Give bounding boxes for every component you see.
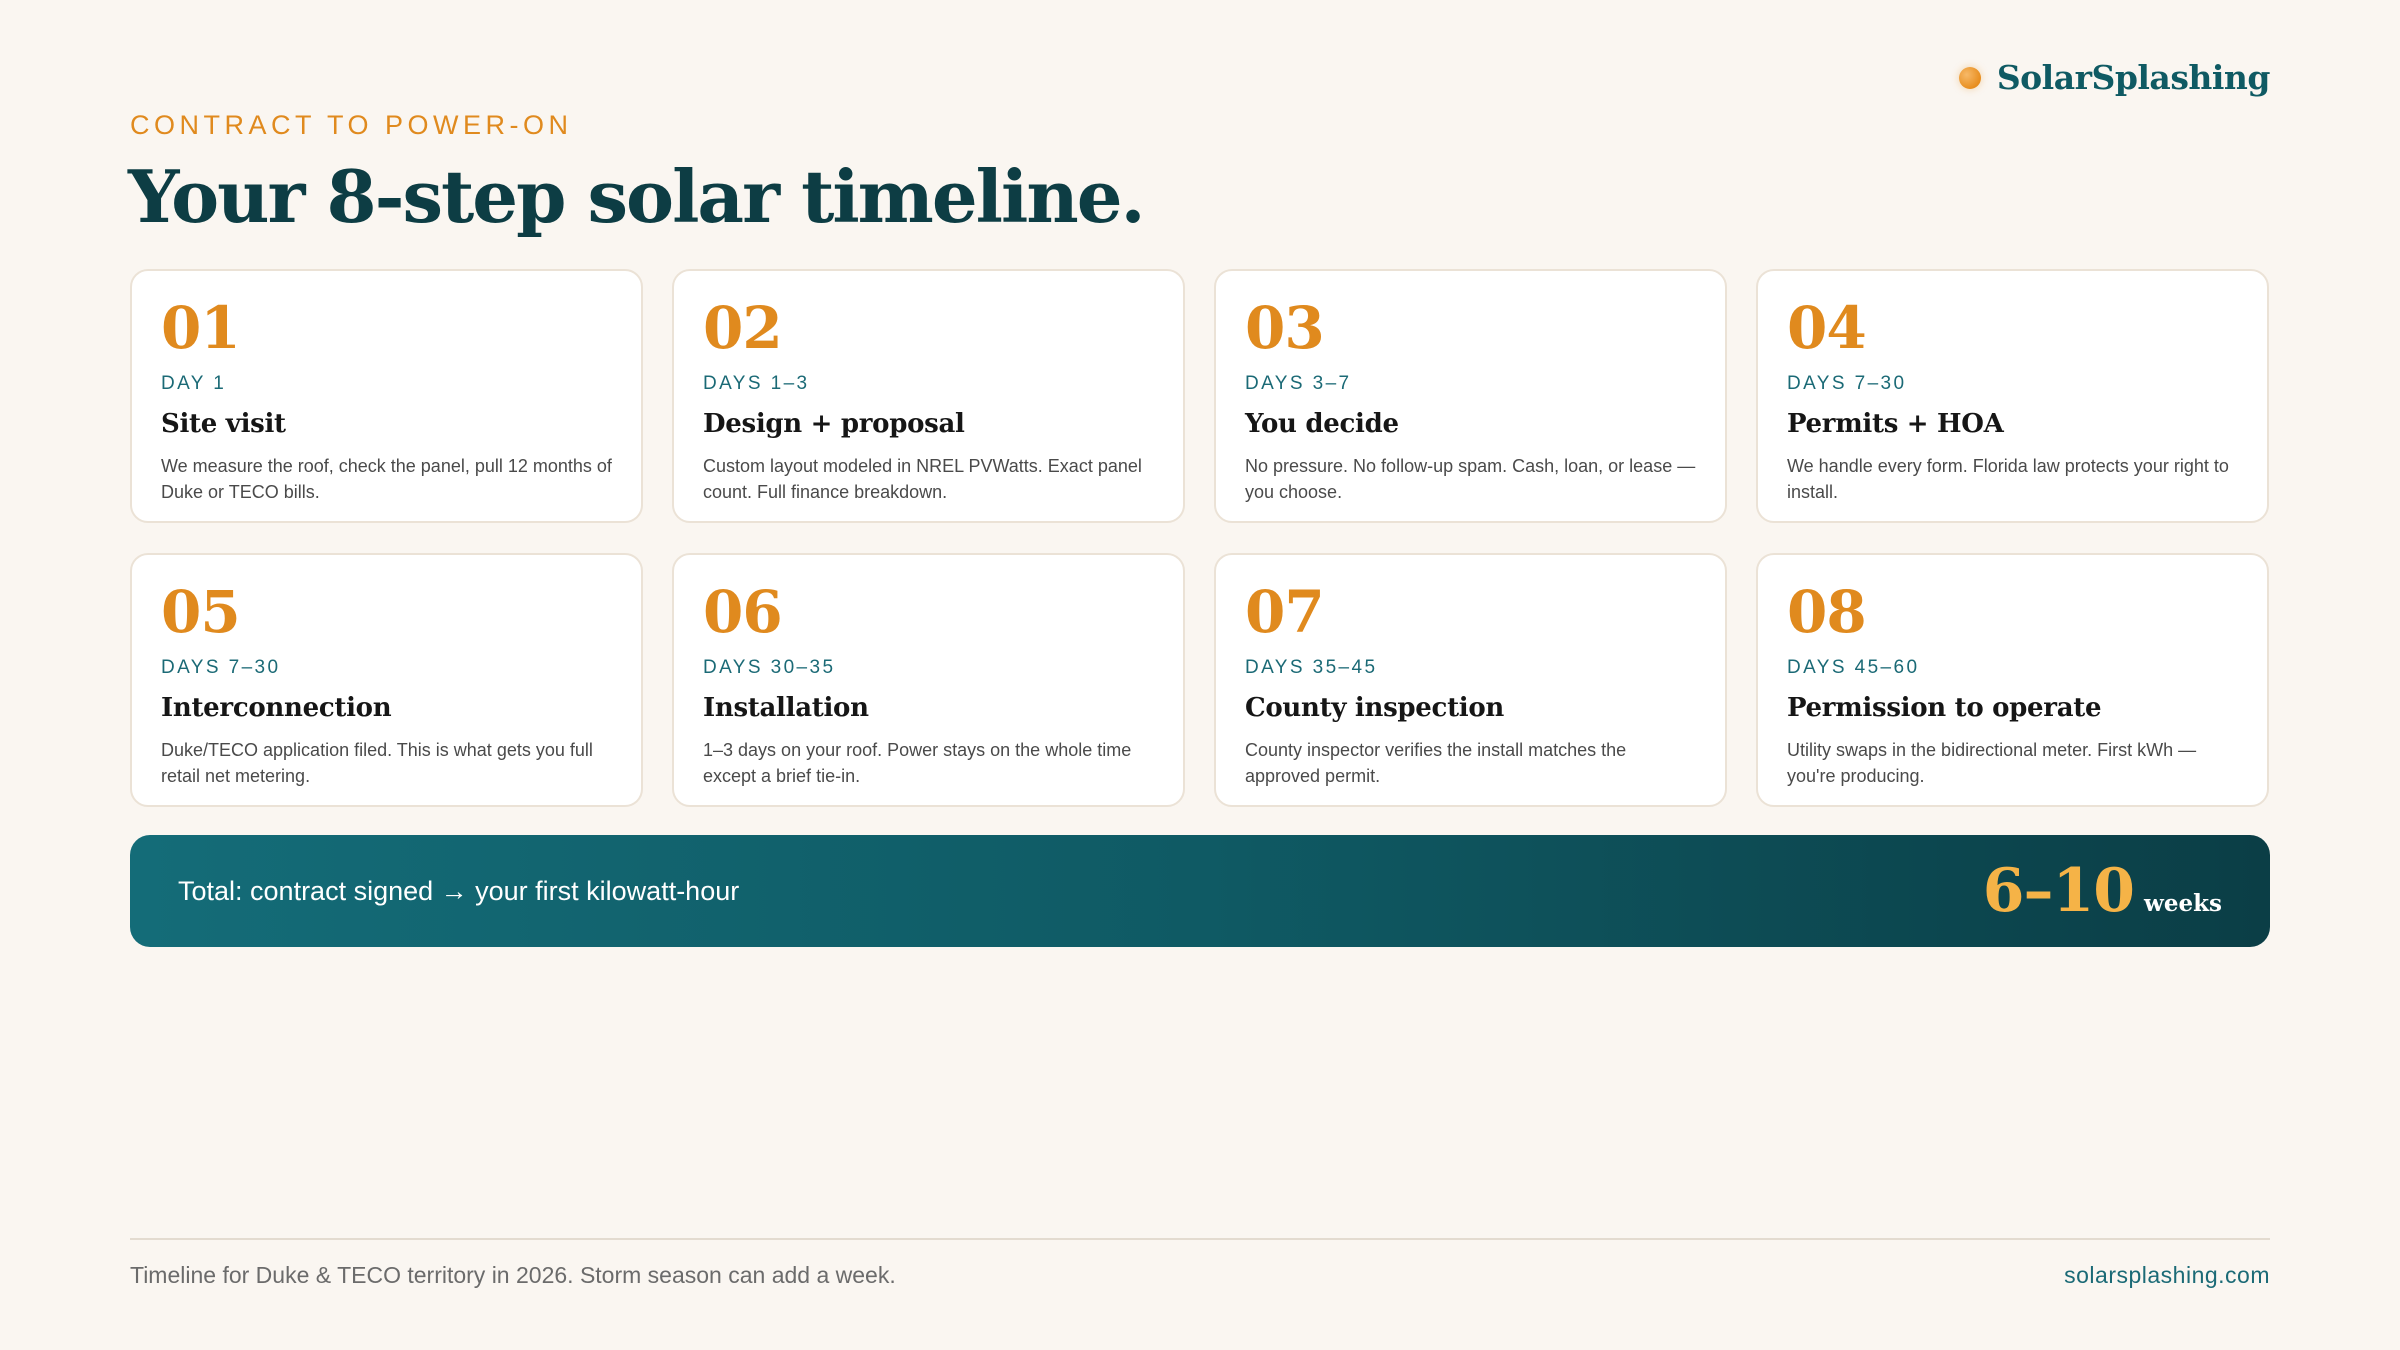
total-number: 6–10 — [1982, 856, 2135, 926]
step-number: 02 — [703, 294, 783, 362]
footer-note: Timeline for Duke & TECO territory in 20… — [130, 1262, 896, 1288]
step-card-02: 02 DAYS 1–3 Design + proposal Custom lay… — [672, 269, 1185, 523]
step-description: County inspector verifies the install ma… — [1245, 740, 1627, 786]
step-number: 05 — [161, 578, 241, 646]
step-description: We measure the roof, check the panel, pu… — [161, 456, 612, 502]
brand-logo: SolarSplashing — [1958, 58, 2271, 97]
eyebrow-label: CONTRACT TO POWER-ON — [130, 110, 573, 140]
step-number: 08 — [1787, 578, 1867, 646]
step-description: 1–3 days on your roof. Power stays on th… — [703, 740, 1132, 786]
step-number: 07 — [1245, 578, 1325, 646]
step-days: DAYS 35–45 — [1245, 657, 1378, 678]
step-title: You decide — [1245, 409, 1399, 439]
step-card-06: 06 DAYS 30–35 Installation 1–3 days on y… — [672, 553, 1185, 807]
total-unit: weeks — [2144, 890, 2222, 917]
step-description: Duke/TECO application filed. This is wha… — [161, 740, 593, 786]
page-title: Your 8-step solar timeline. — [128, 154, 1146, 239]
step-days: DAYS 30–35 — [703, 657, 836, 678]
website-link[interactable]: solarsplashing.com — [2064, 1262, 2270, 1289]
step-days: DAYS 3–7 — [1245, 373, 1352, 394]
step-title: Permission to operate — [1787, 693, 2102, 723]
step-title: Interconnection — [161, 693, 392, 723]
step-title: Site visit — [161, 409, 286, 439]
step-days: DAYS 45–60 — [1787, 657, 1920, 678]
step-days: DAYS 7–30 — [161, 657, 281, 678]
step-card-04: 04 DAYS 7–30 Permits + HOA We handle eve… — [1756, 269, 2269, 523]
sun-dot-icon — [1958, 66, 1981, 89]
brand-name: SolarSplashing — [1996, 58, 2271, 97]
step-card-05: 05 DAYS 7–30 Interconnection Duke/TECO a… — [130, 553, 643, 807]
step-card-01: 01 DAY 1 Site visit We measure the roof,… — [130, 269, 643, 523]
step-card-07: 07 DAYS 35–45 County inspection County i… — [1214, 553, 1727, 807]
step-title: County inspection — [1245, 693, 1505, 723]
step-number: 03 — [1245, 294, 1325, 362]
step-days: DAY 1 — [161, 373, 227, 394]
step-description: No pressure. No follow-up spam. Cash, lo… — [1245, 456, 1696, 502]
steps-grid: 01 DAY 1 Site visit We measure the roof,… — [130, 269, 2270, 807]
step-number: 06 — [703, 578, 783, 646]
step-description: We handle every form. Florida law protec… — [1787, 456, 2229, 502]
step-number: 01 — [161, 294, 241, 362]
step-description: Custom layout modeled in NREL PVWatts. E… — [703, 456, 1142, 502]
step-title: Design + proposal — [703, 409, 965, 439]
step-card-03: 03 DAYS 3–7 You decide No pressure. No f… — [1214, 269, 1727, 523]
step-days: DAYS 1–3 — [703, 373, 810, 394]
total-value: 6–10 weeks — [1983, 856, 2222, 926]
step-days: DAYS 7–30 — [1787, 373, 1907, 394]
step-description: Utility swaps in the bidirectional meter… — [1787, 740, 2197, 786]
total-label: Total: contract signed → your first kilo… — [178, 875, 740, 906]
step-number: 04 — [1787, 294, 1867, 362]
step-card-08: 08 DAYS 45–60 Permission to operate Util… — [1756, 553, 2269, 807]
footer-divider — [130, 1238, 2270, 1240]
step-title: Installation — [703, 693, 869, 723]
step-title: Permits + HOA — [1787, 409, 2004, 439]
total-duration-banner: Total: contract signed → your first kilo… — [130, 835, 2270, 947]
